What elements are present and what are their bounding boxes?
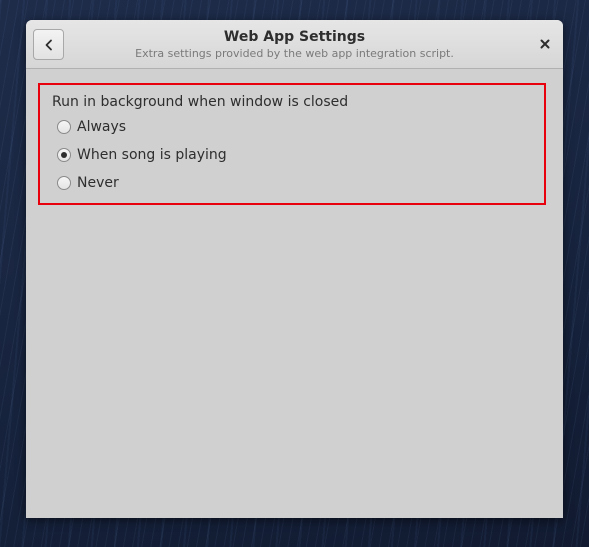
header-titles: Web App Settings Extra settings provided… <box>86 28 503 62</box>
back-button[interactable] <box>33 29 64 60</box>
close-icon <box>540 39 550 49</box>
radio-button[interactable] <box>57 120 71 134</box>
settings-dialog: Web App Settings Extra settings provided… <box>26 20 563 518</box>
radio-option-never[interactable]: Never <box>57 174 119 192</box>
window-title: Web App Settings <box>223 29 366 45</box>
header-bar: Web App Settings Extra settings provided… <box>26 20 563 69</box>
close-button[interactable] <box>536 35 554 53</box>
radio-option-when-song-playing[interactable]: When song is playing <box>57 146 227 164</box>
background-settings-group: Run in background when window is closed … <box>38 83 546 205</box>
radio-button[interactable] <box>57 176 71 190</box>
group-label: Run in background when window is closed <box>52 94 349 110</box>
window-subtitle: Extra settings provided by the web app i… <box>135 47 454 60</box>
radio-selected-dot <box>61 152 67 158</box>
radio-label: Never <box>77 175 119 191</box>
radio-label: Always <box>77 119 127 135</box>
radio-label: When song is playing <box>77 147 227 163</box>
radio-button[interactable] <box>57 148 71 162</box>
radio-option-always[interactable]: Always <box>57 118 126 136</box>
chevron-left-icon <box>45 39 52 50</box>
